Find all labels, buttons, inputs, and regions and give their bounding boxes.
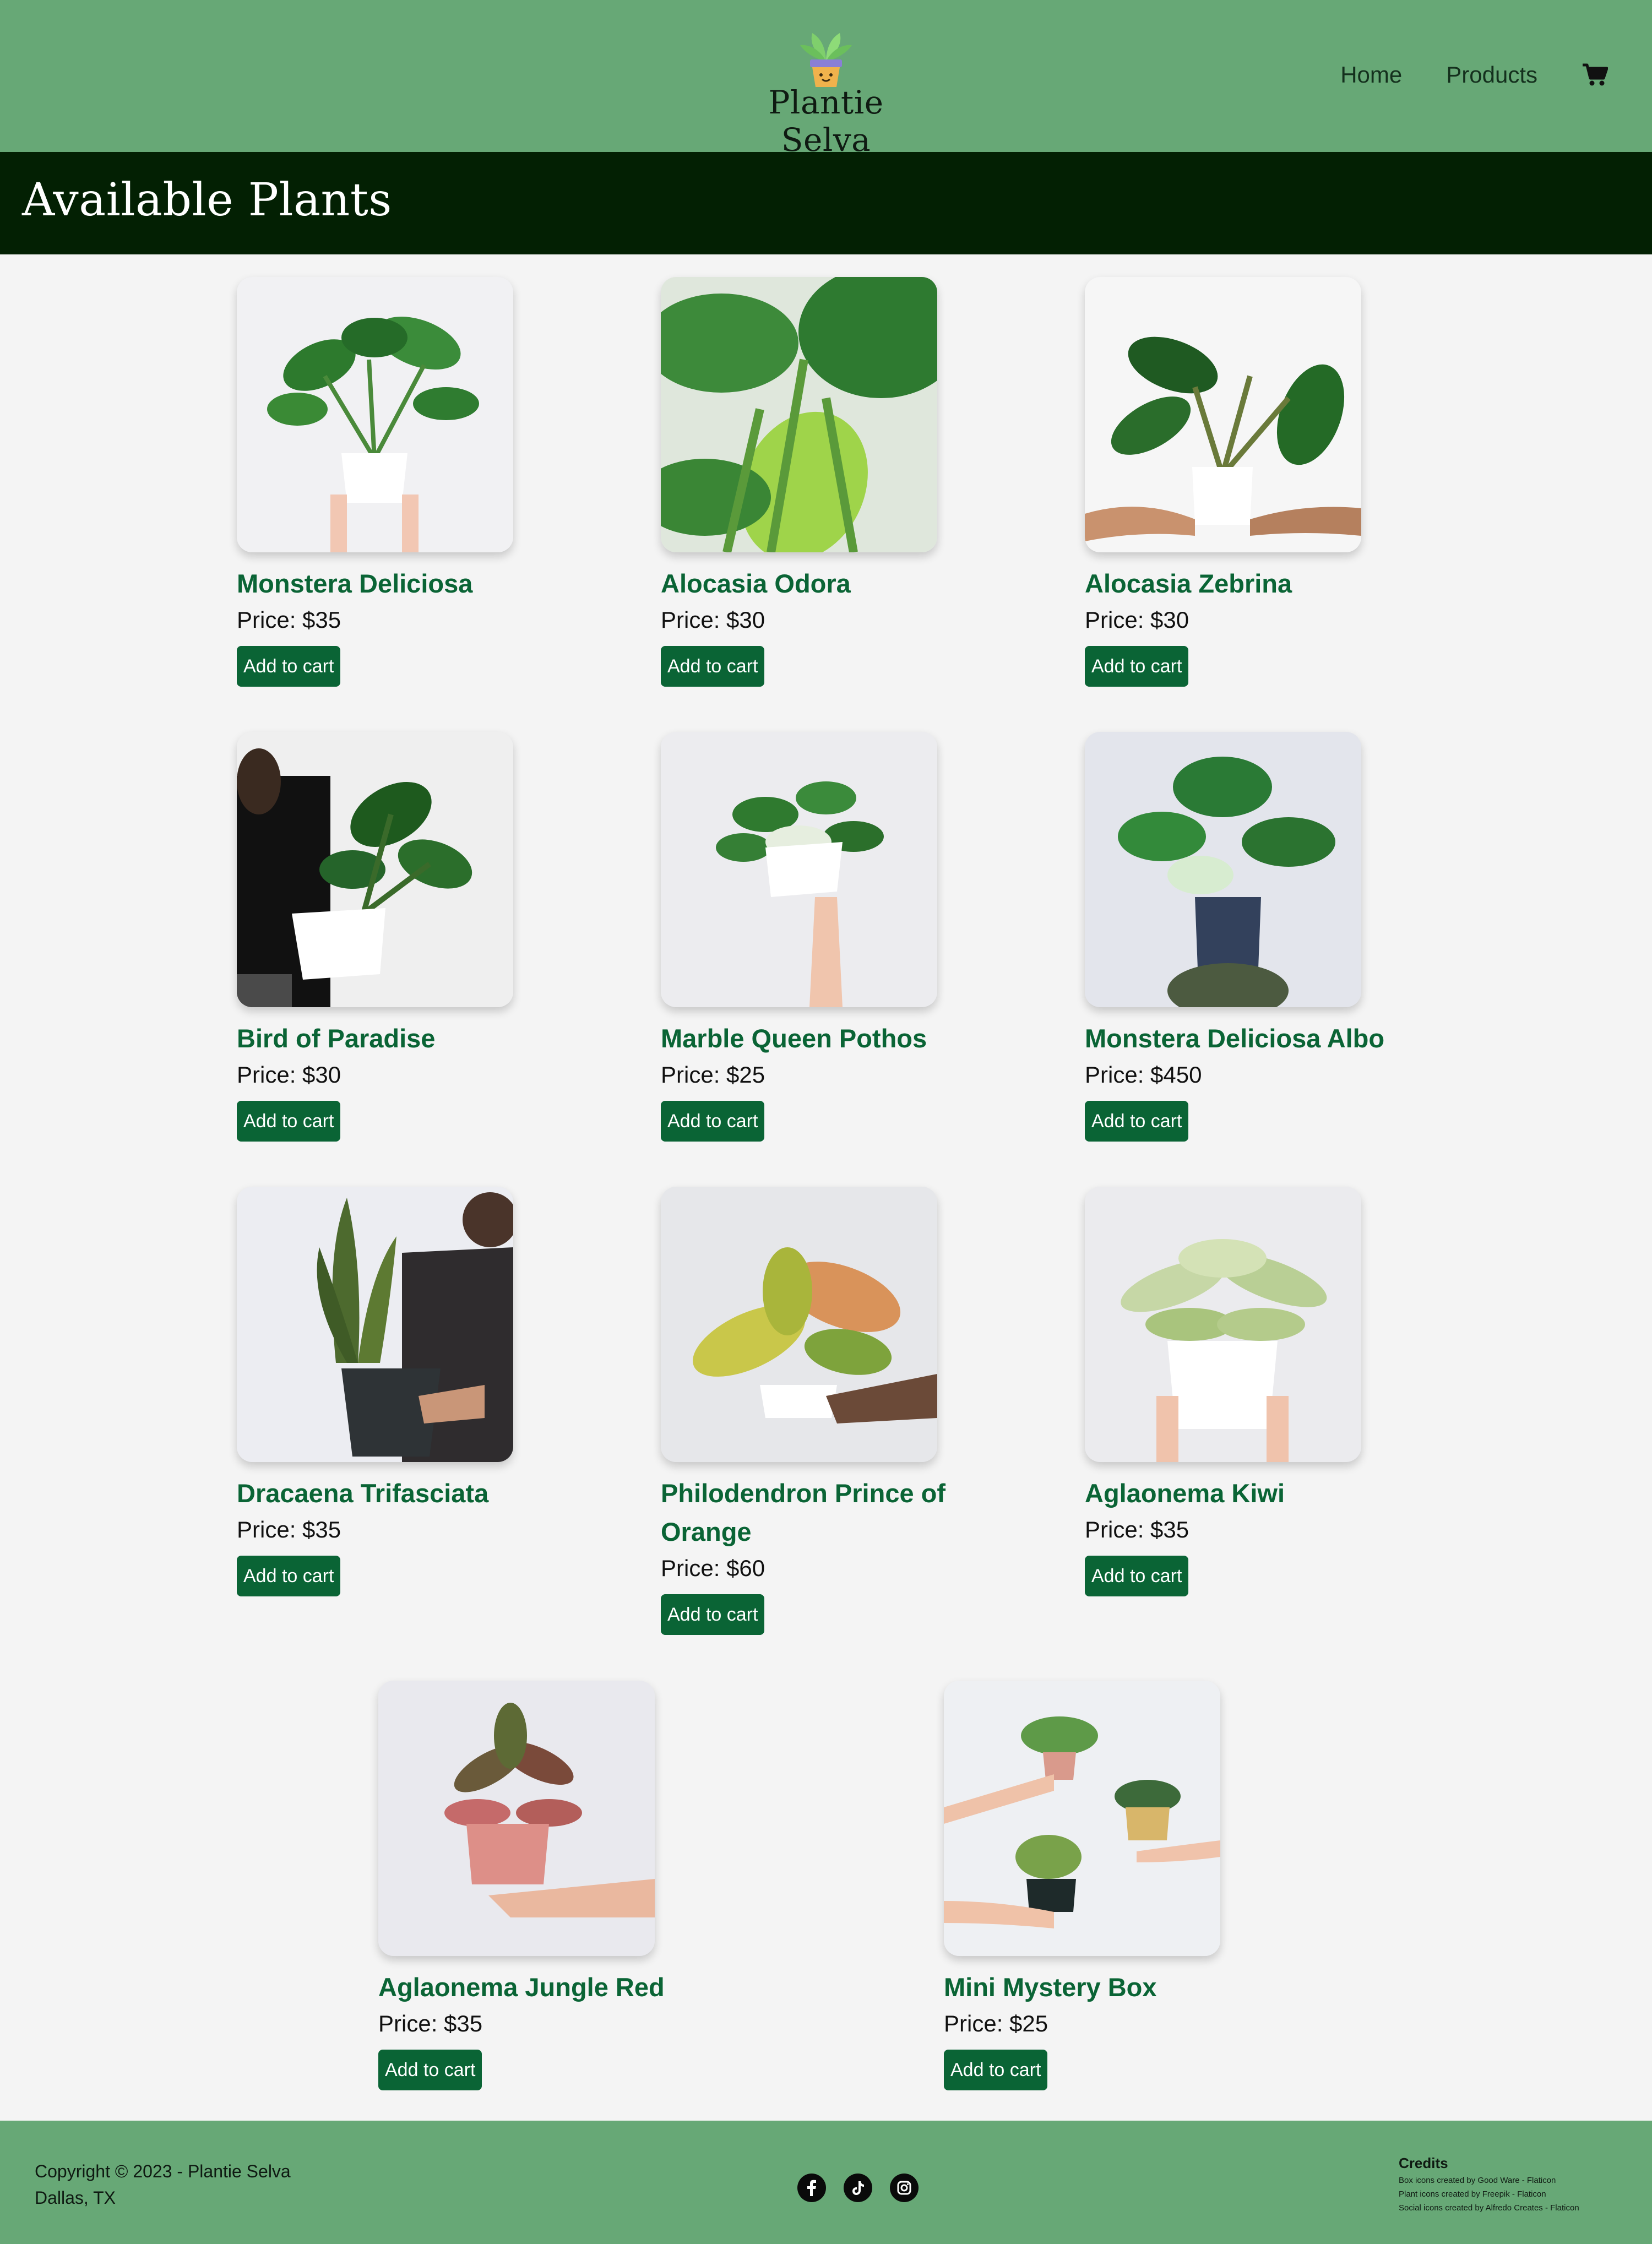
nav-products-link[interactable]: Products xyxy=(1446,62,1537,88)
main-nav: Home Products xyxy=(1296,58,1608,91)
product-price: Price: $25 xyxy=(944,2011,1048,2036)
add-to-cart-button[interactable]: Add to cart xyxy=(944,2050,1048,2090)
product-image-marble-queen-pothos[interactable] xyxy=(661,732,937,1007)
site-header: Plantie Selva Home Products xyxy=(0,0,1652,159)
instagram-icon[interactable] xyxy=(890,2174,919,2202)
plant-photo-icon xyxy=(661,732,937,1007)
add-to-cart-button[interactable]: Add to cart xyxy=(237,646,341,687)
credit-line[interactable]: Plant icons created by Freepik - Flatico… xyxy=(1399,2187,1579,2201)
product-card: Monstera Deliciosa Albo Price: $450 Add … xyxy=(1085,732,1426,1142)
plant-photo-icon xyxy=(661,277,937,552)
site-footer: Copyright © 2023 - Plantie Selva Dallas,… xyxy=(0,2121,1652,2244)
product-name: Aglaonema Kiwi xyxy=(1085,1479,1285,1508)
product-image-aglaonema-jungle-red[interactable] xyxy=(378,1681,655,1956)
product-image-mini-mystery-box[interactable] xyxy=(944,1681,1220,1956)
product-name: Monstera Deliciosa xyxy=(237,569,473,598)
product-image-monstera-deliciosa-albo[interactable] xyxy=(1085,732,1361,1007)
page-title: Available Plants xyxy=(22,174,392,226)
brand-name: Plantie Selva xyxy=(768,84,884,159)
add-to-cart-button[interactable]: Add to cart xyxy=(237,1556,341,1596)
add-to-cart-button[interactable]: Add to cart xyxy=(1085,1101,1189,1142)
add-to-cart-button[interactable]: Add to cart xyxy=(1085,1556,1189,1596)
tiktok-icon[interactable] xyxy=(844,2174,872,2202)
product-name: Monstera Deliciosa Albo xyxy=(1085,1024,1385,1053)
product-price: Price: $35 xyxy=(378,2011,483,2036)
plant-photo-icon xyxy=(237,1187,513,1462)
product-card: Aglaonema Jungle Red Price: $35 Add to c… xyxy=(378,1681,720,2090)
credit-line[interactable]: Box icons created by Good Ware - Flatico… xyxy=(1399,2174,1579,2187)
product-price: Price: $25 xyxy=(661,1062,765,1088)
product-image-alocasia-zebrina[interactable] xyxy=(1085,277,1361,552)
product-image-bird-of-paradise[interactable] xyxy=(237,732,513,1007)
brand-logo[interactable]: Plantie Selva xyxy=(738,22,914,159)
product-image-aglaonema-kiwi[interactable] xyxy=(1085,1187,1361,1462)
plant-photo-icon xyxy=(378,1681,655,1956)
product-card: Alocasia Odora Price: $30 Add to cart xyxy=(661,277,1002,687)
product-price: Price: $30 xyxy=(661,607,765,633)
potted-plant-logo-icon xyxy=(800,33,852,87)
add-to-cart-button[interactable]: Add to cart xyxy=(1085,646,1189,687)
nav-home-link[interactable]: Home xyxy=(1340,62,1402,88)
plant-photo-icon xyxy=(944,1681,1220,1956)
add-to-cart-button[interactable]: Add to cart xyxy=(661,1101,765,1142)
product-name: Aglaonema Jungle Red xyxy=(378,1973,665,2002)
credits-title: Credits xyxy=(1399,2155,1448,2171)
product-card: Aglaonema Kiwi Price: $35 Add to cart xyxy=(1085,1187,1426,1596)
product-name: Mini Mystery Box xyxy=(944,1973,1157,2002)
product-image-dracaena-trifasciata[interactable] xyxy=(237,1187,513,1462)
add-to-cart-button[interactable]: Add to cart xyxy=(237,1101,341,1142)
product-price: Price: $60 xyxy=(661,1555,765,1581)
product-image-monstera-deliciosa[interactable] xyxy=(237,277,513,552)
page-title-band: Available Plants xyxy=(0,152,1652,254)
product-name: Alocasia Odora xyxy=(661,569,851,598)
product-card: Bird of Paradise Price: $30 Add to cart xyxy=(237,732,578,1142)
footer-info: Copyright © 2023 - Plantie Selva Dallas,… xyxy=(35,2158,291,2211)
plant-photo-icon xyxy=(1085,1187,1361,1462)
add-to-cart-button[interactable]: Add to cart xyxy=(378,2050,482,2090)
plant-photo-icon xyxy=(661,1187,937,1462)
shopping-cart-icon[interactable] xyxy=(1582,63,1608,87)
location-text: Dallas, TX xyxy=(35,2188,116,2208)
product-card: Philodendron Prince of Orange Price: $60… xyxy=(661,1187,1002,1635)
product-price: Price: $30 xyxy=(1085,607,1189,633)
product-card: Marble Queen Pothos Price: $25 Add to ca… xyxy=(661,732,1002,1142)
product-name: Bird of Paradise xyxy=(237,1024,436,1053)
product-price: Price: $35 xyxy=(1085,1517,1189,1542)
product-price: Price: $450 xyxy=(1085,1062,1202,1088)
product-price: Price: $30 xyxy=(237,1062,341,1088)
add-to-cart-button[interactable]: Add to cart xyxy=(661,646,765,687)
product-card: Monstera Deliciosa Price: $35 Add to car… xyxy=(237,277,578,687)
product-name: Alocasia Zebrina xyxy=(1085,569,1292,598)
plant-photo-icon xyxy=(1085,277,1361,552)
product-card: Mini Mystery Box Price: $25 Add to cart xyxy=(944,1681,1285,2090)
product-card: Dracaena Trifasciata Price: $35 Add to c… xyxy=(237,1187,578,1596)
product-price: Price: $35 xyxy=(237,1517,341,1542)
product-image-alocasia-odora[interactable] xyxy=(661,277,937,552)
product-name: Marble Queen Pothos xyxy=(661,1024,927,1053)
product-name: Philodendron Prince of Orange xyxy=(661,1479,946,1546)
credits-section: Credits Box icons created by Good Ware -… xyxy=(1399,2153,1579,2215)
facebook-icon[interactable] xyxy=(797,2174,826,2202)
product-card: Alocasia Zebrina Price: $30 Add to cart xyxy=(1085,277,1426,687)
product-price: Price: $35 xyxy=(237,607,341,633)
credit-line[interactable]: Social icons created by Alfredo Creates … xyxy=(1399,2201,1579,2215)
product-name: Dracaena Trifasciata xyxy=(237,1479,489,1508)
plant-photo-icon xyxy=(237,277,513,552)
copyright-text: Copyright © 2023 - Plantie Selva xyxy=(35,2161,291,2181)
plant-photo-icon xyxy=(1085,732,1361,1007)
social-links xyxy=(797,2174,936,2202)
add-to-cart-button[interactable]: Add to cart xyxy=(661,1594,765,1635)
plant-photo-icon xyxy=(237,732,513,1007)
product-image-philodendron-prince-of-orange[interactable] xyxy=(661,1187,937,1462)
